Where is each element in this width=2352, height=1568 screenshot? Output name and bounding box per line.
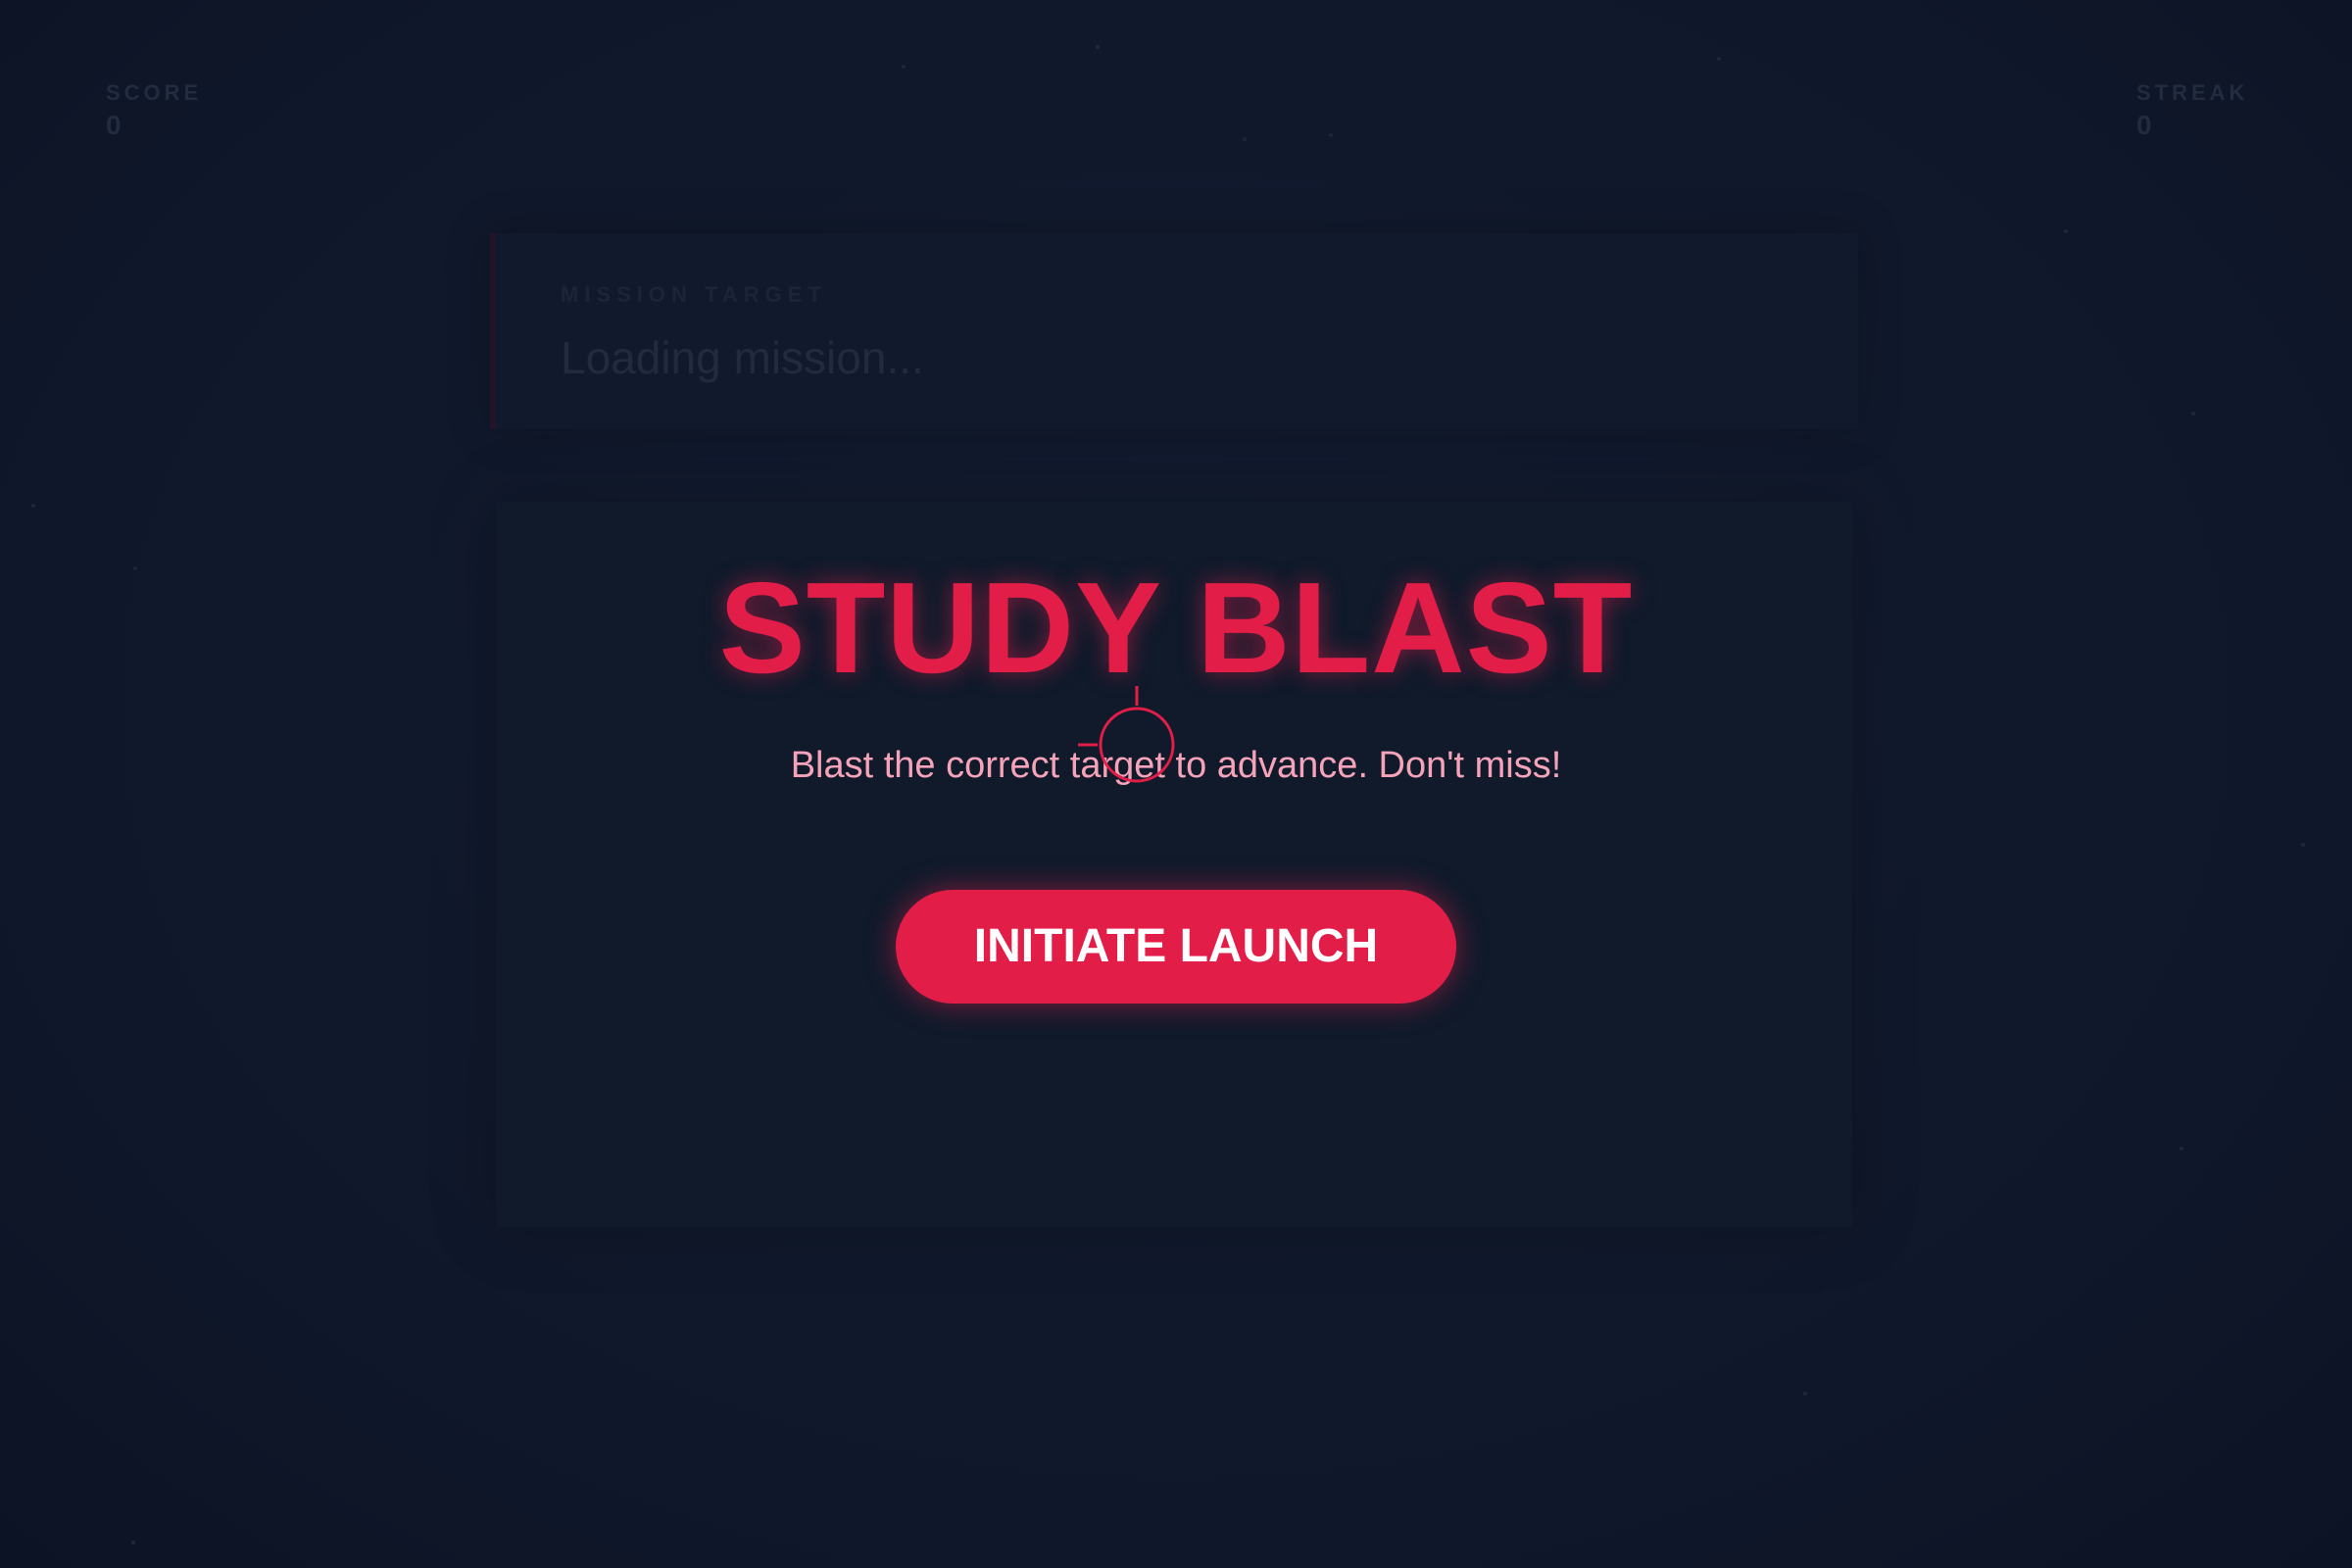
star xyxy=(1329,133,1333,137)
crosshair-icon xyxy=(1078,686,1175,783)
initiate-launch-button[interactable]: INITIATE LAUNCH xyxy=(896,890,1456,1004)
star xyxy=(1803,1392,1807,1396)
star xyxy=(31,504,35,508)
star xyxy=(2191,412,2195,416)
mission-label: MISSION TARGET xyxy=(561,282,827,307)
streak-label: STREAK xyxy=(2136,80,2249,105)
mission-panel: MISSION TARGET Loading mission... xyxy=(490,233,1858,429)
score-label: SCORE xyxy=(106,80,203,105)
streak-display: STREAK 0 xyxy=(2136,80,2248,141)
score-value: 0 xyxy=(106,110,122,140)
star xyxy=(1096,45,1100,49)
game-title: STUDY BLAST xyxy=(718,556,1634,700)
streak-value: 0 xyxy=(2136,110,2152,140)
star xyxy=(902,65,906,69)
star xyxy=(2180,1147,2183,1151)
score-display: SCORE 0 xyxy=(106,80,202,141)
star xyxy=(1243,137,1247,141)
star xyxy=(131,1541,135,1544)
mission-text: Loading mission... xyxy=(561,332,924,383)
game-stage: SCORE 0 STREAK 0 MISSION TARGET Loading … xyxy=(0,0,2352,1568)
star xyxy=(2064,229,2068,233)
star xyxy=(2301,843,2305,847)
star xyxy=(1717,57,1721,61)
